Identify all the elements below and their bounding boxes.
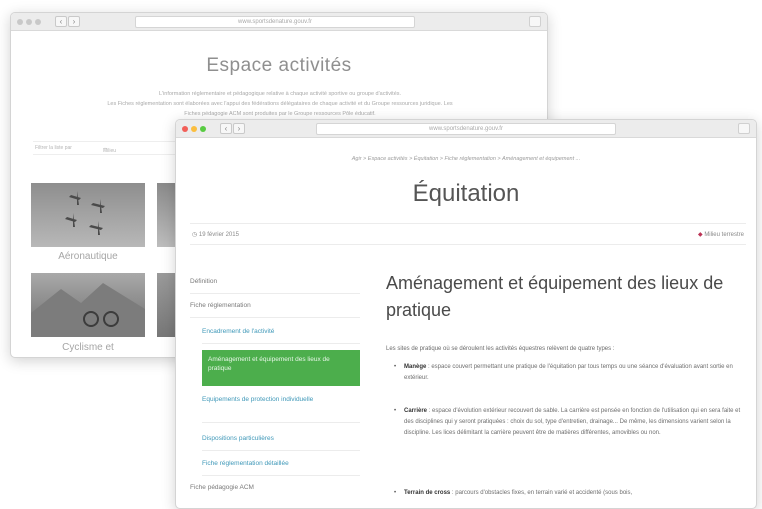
intro-line: L'information réglementaire et pédagogiq… [158, 91, 402, 97]
filter-select[interactable]: Milieu ⌄ [103, 145, 116, 154]
minimize-dot[interactable] [191, 126, 197, 132]
card-image-cyclisme[interactable] [31, 273, 145, 337]
tag-text: Milieu terrestre [704, 232, 744, 238]
sidebar-item-amenagement[interactable]: Aménagement et équipement des lieux de p… [202, 350, 360, 386]
date-text: 19 février 2015 [198, 232, 239, 238]
bullet-icon: • [394, 364, 397, 370]
sidebar-toggle-icon[interactable] [738, 123, 750, 134]
foreground-browser-window: ‹ › www.sportsdenature.gouv.fr Agir > Es… [175, 119, 757, 509]
bullet-icon: • [394, 490, 397, 496]
sidebar-toggle-icon[interactable] [529, 16, 541, 27]
item-text: : espace d'évolution extérieur recouvert… [404, 408, 741, 436]
address-bar[interactable]: www.sportsdenature.gouv.fr [135, 16, 415, 28]
list-item: • Terrain de cross : parcours d'obstacles… [394, 488, 746, 499]
filter-label: Filtrer la liste par [35, 145, 72, 151]
sidebar-item-equipements[interactable]: Equipements de protection individuelle [202, 395, 360, 423]
clock-icon: ◷ [192, 232, 198, 238]
page-title: Équitation [412, 180, 520, 207]
forward-arrow-icon[interactable]: › [68, 16, 80, 27]
intro-text: L'information réglementaire et pédagogiq… [33, 89, 527, 119]
filter-select-value: Milieu [103, 148, 117, 154]
sidebar-item-fiche-reglementation[interactable]: Fiche réglementation [190, 302, 360, 318]
minimize-dot[interactable] [26, 19, 32, 25]
meta-bar: ◷ 19 février 2015 ◆ Milieu terrestre [190, 223, 746, 245]
article-lead: Les sites de pratique où se déroulent le… [386, 346, 615, 352]
sidebar-item-encadrement[interactable]: Encadrement de l'activité [202, 328, 360, 344]
sidebar-item-definition[interactable]: Définition [190, 278, 360, 294]
tag-icon: ◆ [698, 232, 703, 238]
item-term: Terrain de cross [404, 490, 451, 496]
browser-toolbar: ‹ › www.sportsdenature.gouv.fr [176, 120, 756, 138]
zoom-dot[interactable] [35, 19, 41, 25]
sidebar-item-fiche-pedagogie[interactable]: Fiche pédagogie ACM [190, 484, 360, 500]
close-dot[interactable] [182, 126, 188, 132]
planes-icon [65, 191, 105, 235]
item-text: : parcours d'obstacles fixes, en terrain… [450, 490, 633, 496]
item-term: Manège [404, 364, 427, 370]
sidebar-item-fiche-detaillee[interactable]: Fiche réglementation détaillée [202, 460, 360, 476]
forward-arrow-icon[interactable]: › [233, 123, 245, 134]
card-title[interactable]: Aéronautique [31, 251, 145, 262]
back-arrow-icon[interactable]: ‹ [55, 16, 67, 27]
mountain-icon [31, 283, 145, 337]
item-text: : espace couvert permettant une pratique… [404, 364, 733, 381]
sidebar-item-dispositions[interactable]: Dispositions particulières [202, 435, 360, 451]
article-heading: Aménagement et équipement des lieux de p… [386, 273, 724, 320]
page-title: Espace activités [206, 55, 352, 76]
address-bar[interactable]: www.sportsdenature.gouv.fr [316, 123, 616, 135]
back-arrow-icon[interactable]: ‹ [220, 123, 232, 134]
bullet-icon: • [394, 408, 397, 414]
card-image-aeronautique[interactable] [31, 183, 145, 247]
item-term: Carrière [404, 408, 428, 414]
zoom-dot[interactable] [200, 126, 206, 132]
breadcrumb[interactable]: Agir > Espace activités > Équitation > F… [176, 156, 756, 162]
close-dot[interactable] [17, 19, 23, 25]
card-title[interactable]: Cyclisme et [31, 342, 145, 353]
list-item: • Manège : espace couvert permettant une … [394, 362, 746, 384]
intro-line: Les Fiches réglementation sont élaborées… [107, 101, 453, 107]
category-tag[interactable]: ◆ Milieu terrestre [698, 231, 744, 238]
list-item: • Carrière : espace d'évolution extérieur… [394, 406, 746, 439]
intro-line: Fiches pédagogie ACM sont produites par … [184, 111, 376, 117]
browser-toolbar: ‹ › www.sportsdenature.gouv.fr [11, 13, 547, 31]
publish-date: ◷ 19 février 2015 [192, 231, 239, 238]
